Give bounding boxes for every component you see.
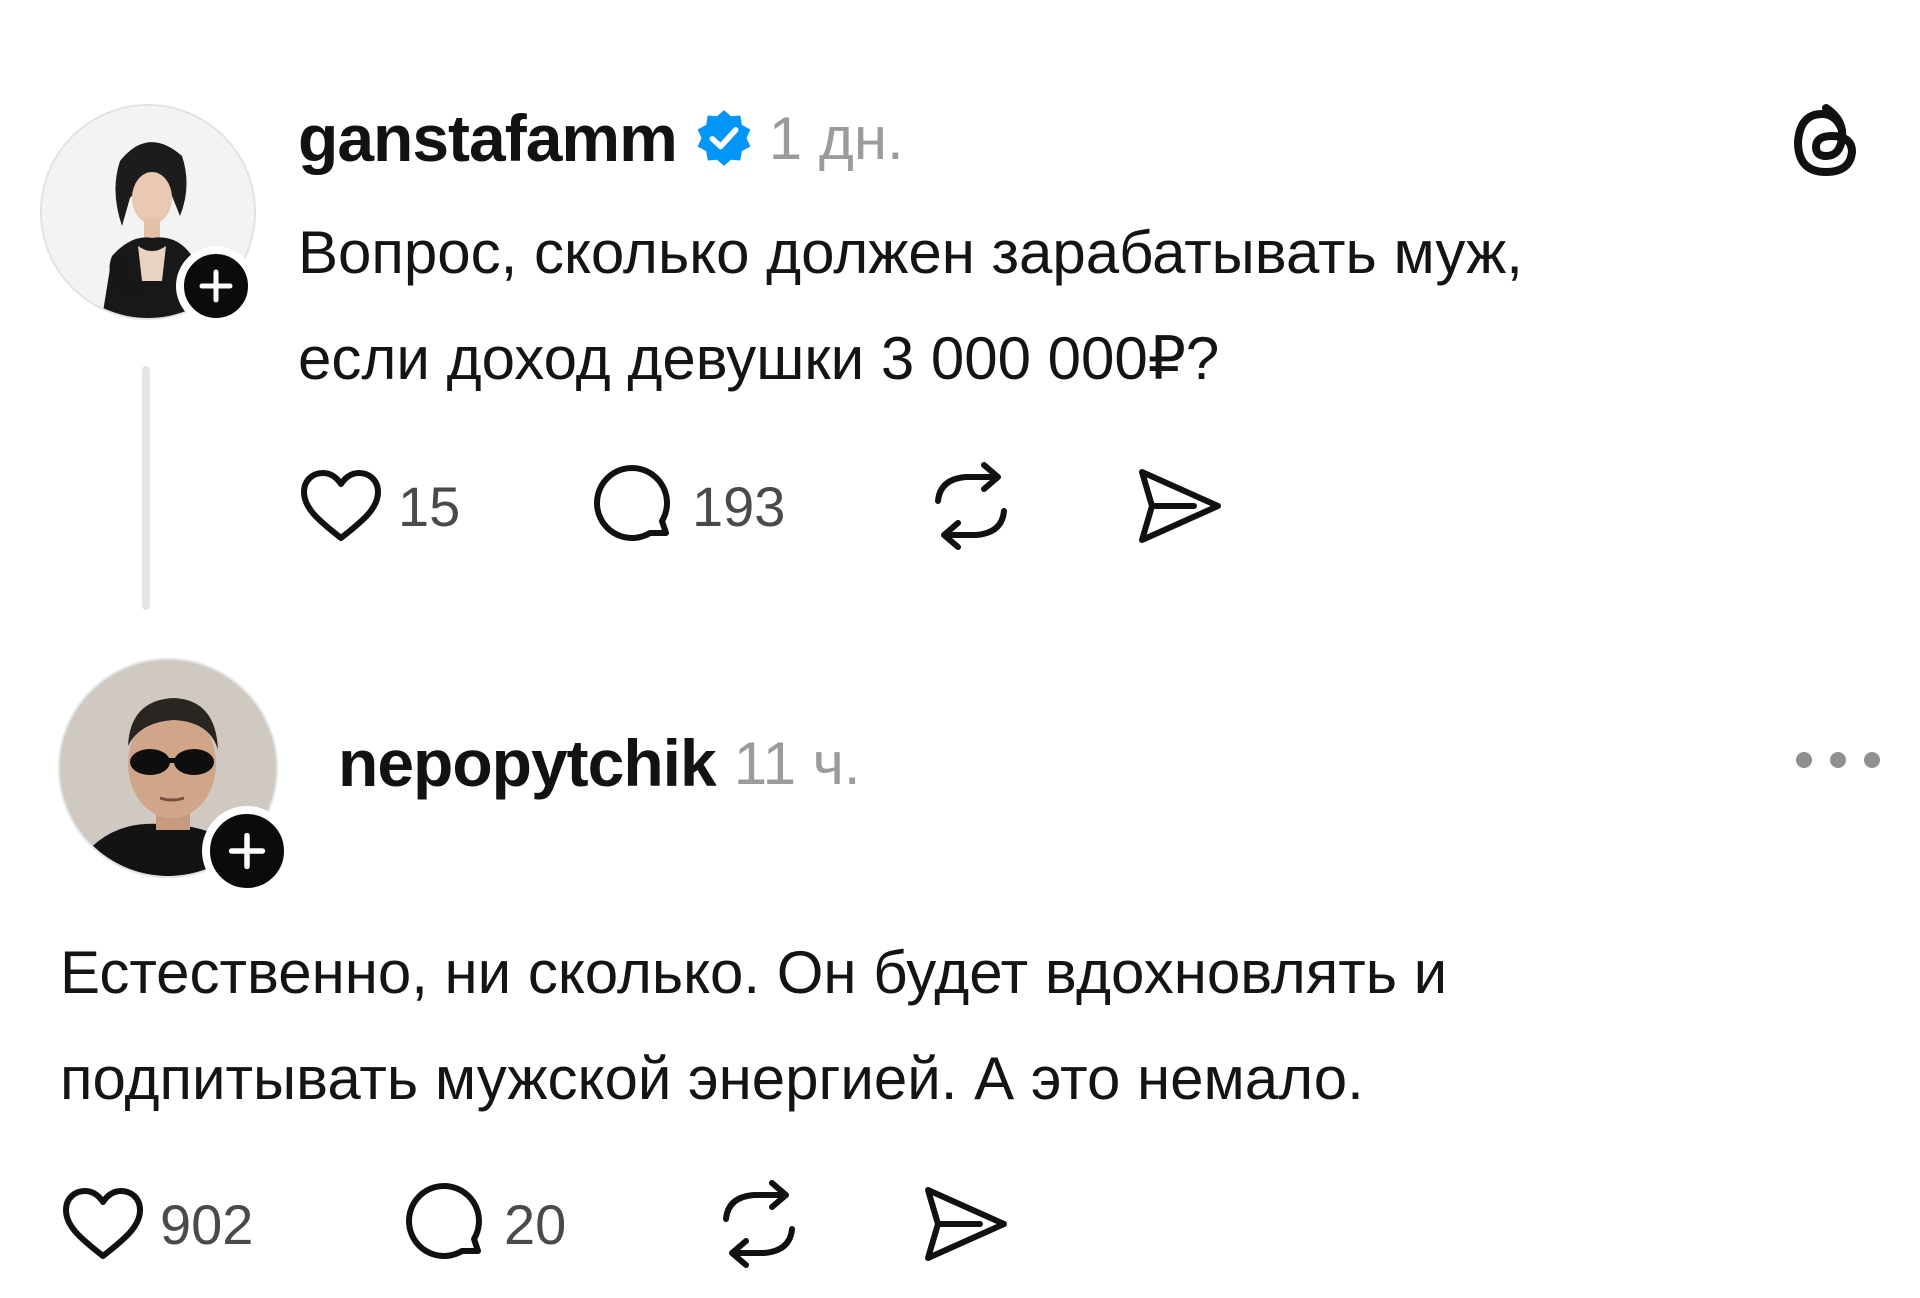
comment-icon <box>406 1183 482 1259</box>
share-button[interactable] <box>920 1174 1010 1274</box>
repost-button[interactable] <box>926 456 1016 556</box>
like-count: 902 <box>160 1192 254 1256</box>
heart-icon <box>301 470 381 541</box>
like-button[interactable]: 15 <box>298 456 460 556</box>
repost-icon <box>723 1180 795 1268</box>
reply-time: 11 ч. <box>733 729 861 797</box>
more-options-icon[interactable] <box>1796 748 1880 772</box>
repost-button[interactable] <box>714 1174 804 1274</box>
plus-icon <box>228 832 266 870</box>
post-username[interactable]: ganstafamm <box>298 100 678 176</box>
reply-username[interactable]: nepopytchik <box>338 725 717 801</box>
verified-badge-icon <box>697 110 751 166</box>
post-text-line-2: если доход девушки 3 000 000₽? <box>298 325 1220 392</box>
send-icon <box>925 1187 1007 1261</box>
post-text-line-1: Вопрос, сколько должен зарабатывать муж, <box>298 219 1523 286</box>
comment-count: 20 <box>504 1192 567 1256</box>
post-body: Вопрос, сколько должен зарабатывать муж,… <box>298 200 1523 412</box>
like-count: 15 <box>398 474 461 538</box>
repost-icon <box>935 462 1007 550</box>
heart-icon <box>63 1188 143 1259</box>
comment-count: 193 <box>692 474 786 538</box>
comment-button[interactable]: 20 <box>404 1174 566 1274</box>
plus-icon <box>199 269 233 303</box>
post-time: 1 дн. <box>768 104 904 172</box>
comment-button[interactable]: 193 <box>592 456 785 556</box>
follow-plus-button[interactable] <box>176 246 256 326</box>
reply-text-line-2: подпитывать мужской энергией. А это нема… <box>60 1045 1364 1112</box>
reply-body: Естественно, ни сколько. Он будет вдохно… <box>60 920 1447 1132</box>
follow-plus-button[interactable] <box>202 806 292 896</box>
post-header: ganstafamm 1 дн. <box>298 98 904 178</box>
comment-icon <box>594 465 670 541</box>
threads-logo-icon[interactable] <box>1786 100 1866 186</box>
reply-text-line-1: Естественно, ни сколько. Он будет вдохно… <box>60 939 1448 1006</box>
send-icon <box>1139 469 1221 543</box>
share-button[interactable] <box>1134 456 1224 556</box>
reply-header: nepopytchik 11 ч. <box>338 720 861 806</box>
like-button[interactable]: 902 <box>60 1174 253 1274</box>
thread-connector-line <box>142 366 150 610</box>
